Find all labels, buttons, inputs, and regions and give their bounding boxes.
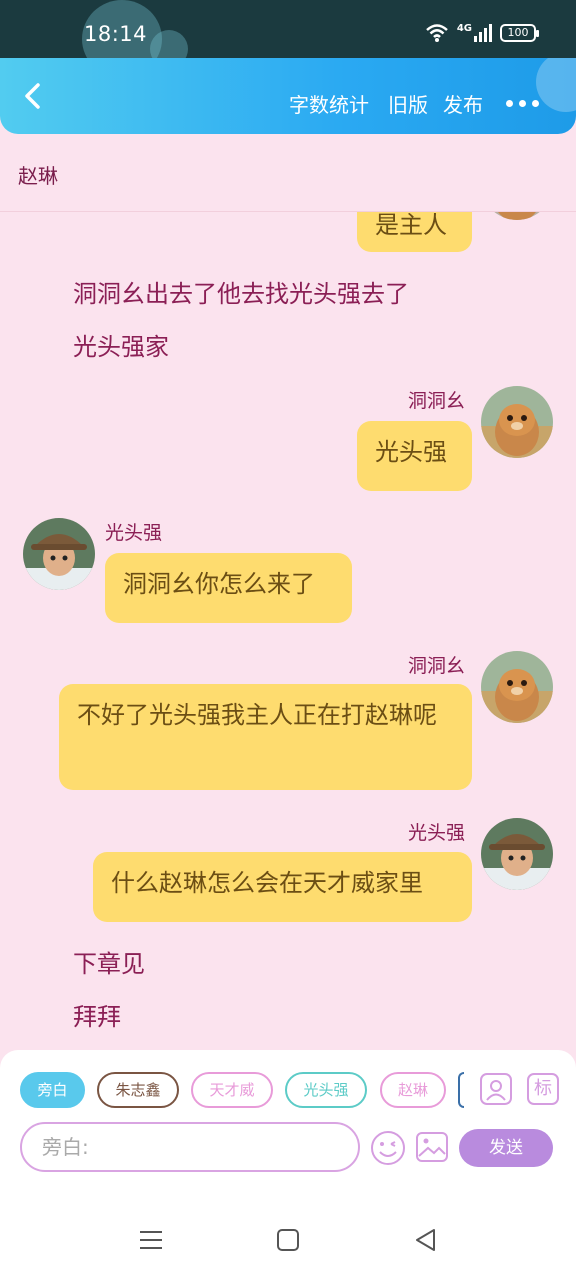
status-bar: 18:14 4G 100: [0, 0, 576, 78]
message-bubble[interactable]: 什么赵琳怎么会在天才威家里: [93, 852, 472, 922]
avatar[interactable]: [23, 518, 95, 590]
message-bubble[interactable]: 是主人: [357, 212, 472, 252]
status-time: 18:14: [84, 22, 148, 46]
nav-back-icon[interactable]: [414, 1228, 438, 1252]
narration-text[interactable]: 光头强家: [73, 327, 169, 362]
send-button[interactable]: 发送: [459, 1129, 553, 1167]
role-chip[interactable]: 赵琳: [380, 1072, 446, 1108]
narration-input[interactable]: 旁白:: [20, 1122, 360, 1172]
avatar[interactable]: [481, 212, 553, 220]
contact-icon[interactable]: [480, 1073, 512, 1105]
role-chip-overflow[interactable]: [458, 1072, 464, 1108]
sender-name: 光头强: [408, 822, 466, 844]
role-chip-narrator[interactable]: 旁白: [20, 1072, 85, 1108]
home-icon[interactable]: [276, 1228, 300, 1252]
status-icons: 4G 100: [425, 23, 539, 43]
avatar[interactable]: [481, 818, 553, 890]
message-bubble[interactable]: 光头强: [357, 421, 472, 491]
publish-button[interactable]: 发布: [443, 89, 483, 118]
avatar[interactable]: [481, 386, 553, 458]
narration-text[interactable]: 洞洞幺出去了他去找光头强去了: [73, 274, 409, 309]
menu-icon[interactable]: [139, 1228, 163, 1252]
system-nav-bar: [0, 1200, 576, 1280]
chat-area[interactable]: 是主人 洞洞幺出去了他去找光头强去了 光头强家 洞洞幺 光头强 光头强 洞洞幺你…: [0, 212, 576, 1050]
old-version-button[interactable]: 旧版: [388, 89, 428, 118]
input-panel: 旁白 朱志鑫 天才威 光头强 赵琳 标 旁白: 发送: [0, 1050, 576, 1200]
narration-text[interactable]: 下章见: [73, 944, 145, 979]
role-chip[interactable]: 朱志鑫: [97, 1072, 179, 1108]
signal-icon: 4G: [457, 24, 492, 42]
sender-name: 洞洞幺: [408, 655, 466, 677]
emoji-icon[interactable]: [370, 1130, 406, 1166]
app-header: 字数统计 旧版 发布: [0, 58, 576, 134]
sender-name: 光头强: [105, 522, 163, 544]
battery-icon: 100: [500, 24, 539, 42]
role-chip[interactable]: 天才威: [191, 1072, 273, 1108]
chapter-bar: 赵琳: [0, 134, 576, 212]
image-icon[interactable]: [415, 1130, 449, 1164]
avatar[interactable]: [481, 651, 553, 723]
chapter-title: 赵琳: [18, 164, 58, 188]
back-icon[interactable]: [18, 80, 50, 112]
sender-name: 洞洞幺: [408, 390, 466, 412]
message-bubble[interactable]: 洞洞幺你怎么来了: [105, 553, 352, 623]
more-icon[interactable]: [506, 100, 539, 107]
wifi-icon: [425, 24, 448, 42]
header-decor: [536, 58, 576, 112]
message-bubble[interactable]: 不好了光头强我主人正在打赵琳呢: [59, 684, 472, 790]
word-count-button[interactable]: 字数统计: [289, 89, 369, 118]
narration-text[interactable]: 拜拜: [73, 997, 121, 1032]
tag-icon[interactable]: 标: [527, 1073, 559, 1105]
role-chip[interactable]: 光头强: [285, 1072, 367, 1108]
